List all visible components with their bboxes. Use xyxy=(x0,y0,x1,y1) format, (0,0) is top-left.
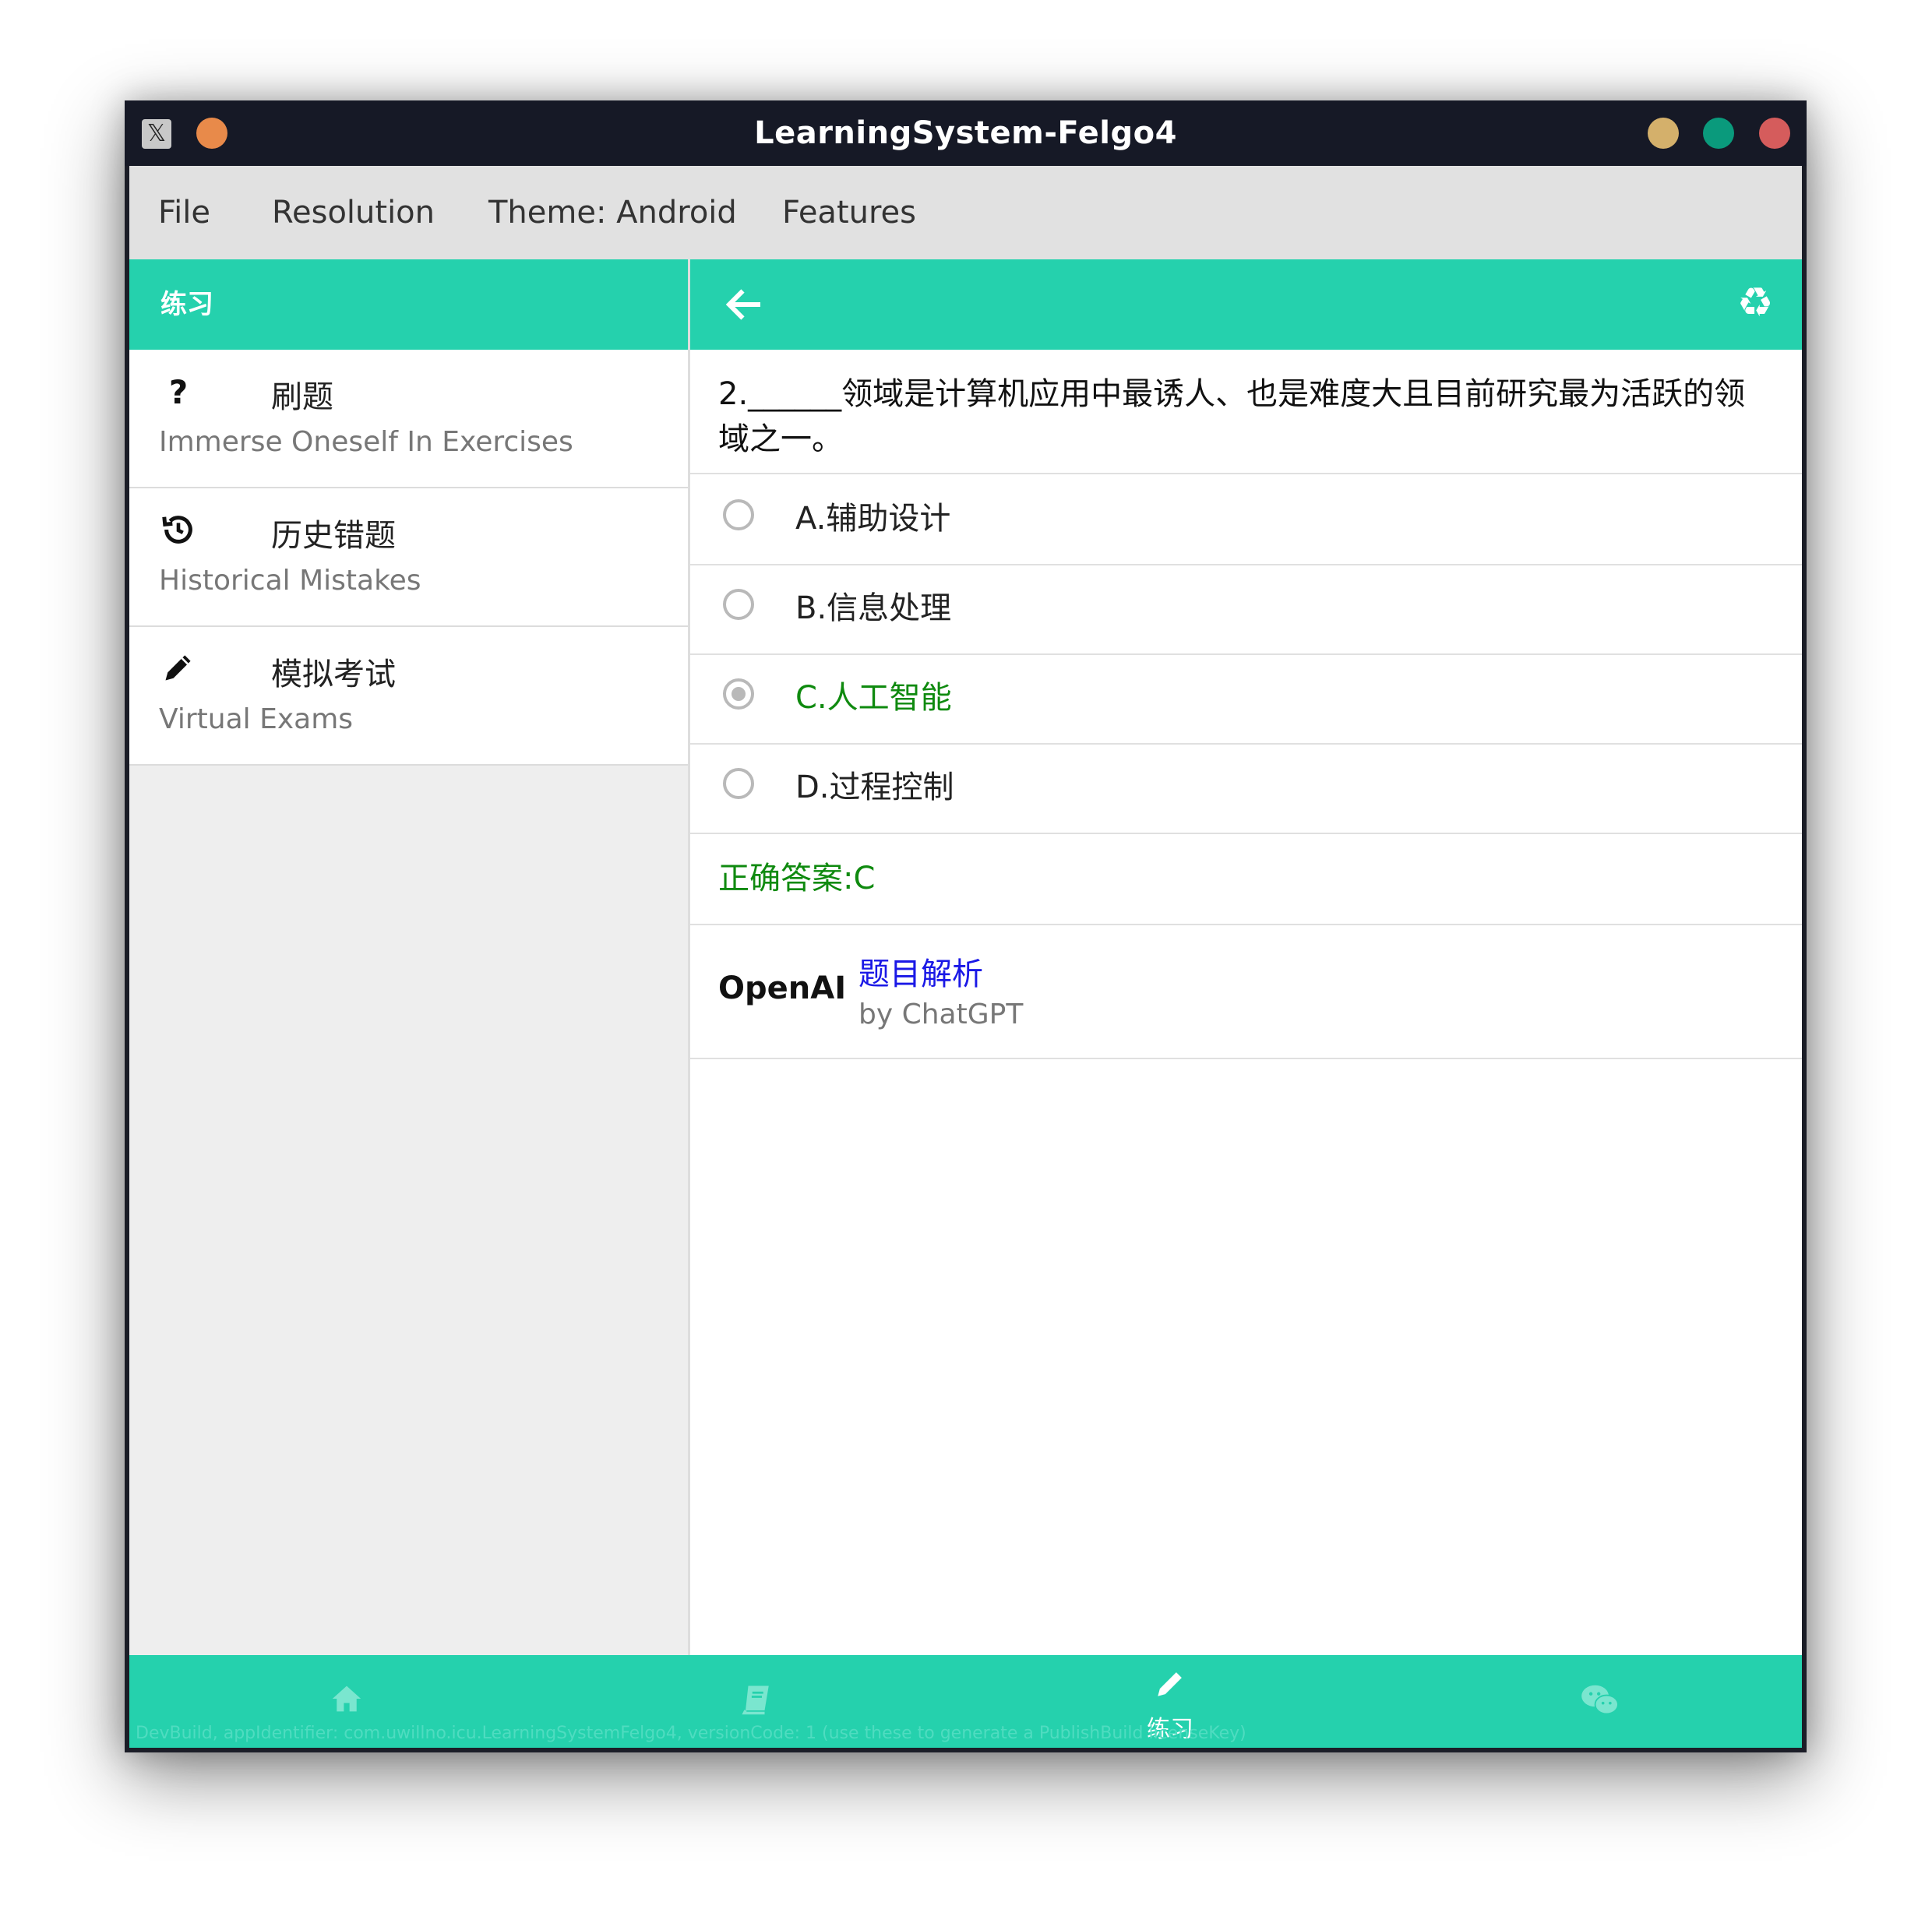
menu-bar: File Resolution Theme: Android Features xyxy=(129,166,1802,259)
option-label: A.辅助设计 xyxy=(795,501,951,537)
option-label: D.过程控制 xyxy=(795,770,954,805)
minimize-button[interactable] xyxy=(1648,118,1679,149)
book-icon[interactable] xyxy=(733,1683,780,1722)
title-bar: 𝕏 LearningSystem-Felgo4 xyxy=(125,100,1807,166)
question-icon: ? xyxy=(168,373,189,411)
question-text-row: 2.______领域是计算机应用中最诱人、也是难度大且目前研究最为活跃的领域之一… xyxy=(690,350,1802,474)
openai-logo: OpenAI xyxy=(718,970,847,1006)
sidebar-item-subtitle: Virtual Exams xyxy=(159,703,354,735)
menu-file[interactable]: File xyxy=(158,166,210,259)
pencil-icon xyxy=(159,650,198,689)
option-d[interactable]: D.过程控制 xyxy=(690,743,1802,834)
correct-answer-row: 正确答案:C xyxy=(690,834,1802,925)
sidebar-header: 练习 xyxy=(129,259,688,350)
explanation-link[interactable]: 题目解析 xyxy=(858,949,983,994)
bottom-navigation: 练习 DevBuild, appIdentifier: com.uwillno.… xyxy=(129,1655,1802,1748)
option-label: C.人工智能 xyxy=(795,680,952,716)
menu-features[interactable]: Features xyxy=(782,166,916,259)
sidebar-item-exams[interactable]: 模拟考试 Virtual Exams xyxy=(129,627,688,766)
option-b[interactable]: B.信息处理 xyxy=(690,564,1802,655)
menu-theme[interactable]: Theme: Android xyxy=(488,166,737,259)
option-label: B.信息处理 xyxy=(795,590,952,626)
wechat-icon[interactable] xyxy=(1577,1683,1624,1722)
question-panel: ♻ 2.______领域是计算机应用中最诱人、也是难度大且目前研究最为活跃的领域… xyxy=(690,259,1802,1655)
back-arrow-icon[interactable] xyxy=(721,281,768,328)
option-c[interactable]: C.人工智能 xyxy=(690,653,1802,745)
ai-explanation-row[interactable]: OpenAI 题目解析 by ChatGPT xyxy=(690,925,1802,1059)
explanation-credit: by ChatGPT xyxy=(858,999,1024,1030)
maximize-button[interactable] xyxy=(1703,118,1734,149)
radio-button-checked[interactable] xyxy=(723,678,754,710)
window-frame xyxy=(125,166,129,1752)
sidebar-item-title: 模拟考试 xyxy=(271,657,396,692)
sidebar-title: 练习 xyxy=(160,289,213,320)
sidebar-item-title: 刷题 xyxy=(271,379,333,415)
history-icon xyxy=(159,512,198,551)
window-title: LearningSystem-Felgo4 xyxy=(754,115,1177,151)
pencil-icon[interactable] xyxy=(1147,1668,1193,1706)
sidebar-item-subtitle: Historical Mistakes xyxy=(159,565,421,597)
dev-build-banner: DevBuild, appIdentifier: com.uwillno.icu… xyxy=(136,1724,1246,1743)
sidebar-item-exercises[interactable]: ? 刷题 Immerse Oneself In Exercises xyxy=(129,350,688,488)
radio-button[interactable] xyxy=(723,499,754,530)
question-header: ♻ xyxy=(690,259,1802,350)
correct-answer: 正确答案:C xyxy=(718,861,876,896)
option-a[interactable]: A.辅助设计 xyxy=(690,474,1802,565)
window-frame xyxy=(1802,166,1807,1752)
sidebar-item-title: 历史错题 xyxy=(271,518,396,554)
sidebar-item-subtitle: Immerse Oneself In Exercises xyxy=(159,426,573,458)
app-window: 𝕏 LearningSystem-Felgo4 File Resolution … xyxy=(125,100,1807,1752)
recycle-icon[interactable]: ♻ xyxy=(1732,280,1779,326)
menu-resolution[interactable]: Resolution xyxy=(272,166,435,259)
home-icon[interactable] xyxy=(323,1683,370,1722)
sidebar: 练习 ? 刷题 Immerse Oneself In Exercises 历史错… xyxy=(129,259,690,1655)
radio-button[interactable] xyxy=(723,768,754,799)
question-text: 2.______领域是计算机应用中最诱人、也是难度大且目前研究最为活跃的领域之一… xyxy=(718,376,1746,457)
window-frame xyxy=(125,1748,1807,1752)
radio-button[interactable] xyxy=(723,589,754,620)
sidebar-item-mistakes[interactable]: 历史错题 Historical Mistakes xyxy=(129,488,688,627)
close-button[interactable] xyxy=(1759,118,1790,149)
